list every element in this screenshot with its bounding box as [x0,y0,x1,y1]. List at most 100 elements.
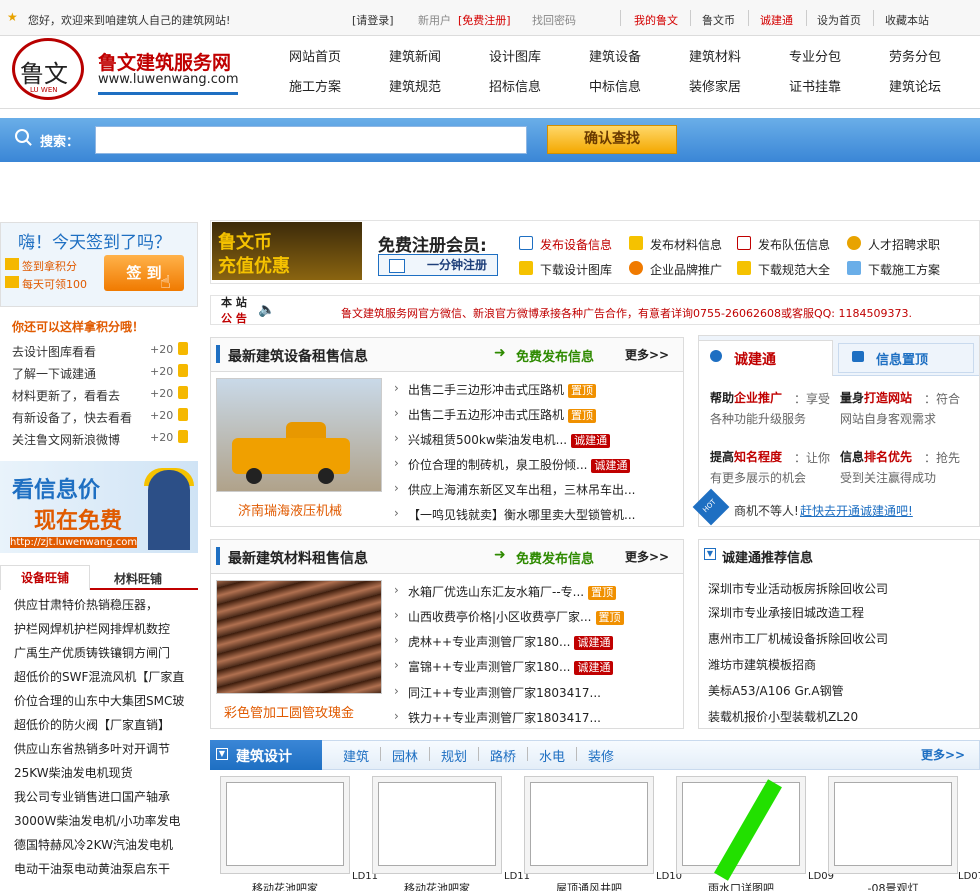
list-item[interactable]: 出售二手五边形冲击式压路机置顶 [394,406,597,423]
list-item[interactable]: 3000W柴油发电机/小功率发电 [14,812,194,829]
publish-team-link[interactable]: 发布队伍信息 [758,236,830,253]
list-item[interactable]: 虎林++专业声测管厂家180...诚建通 [394,633,614,650]
design-tab-link[interactable]: 规划 [441,746,467,765]
list-item[interactable]: 超低价的防火阀【厂家直销】 [14,716,194,733]
nav-item[interactable]: 证书挂靠 [780,76,850,95]
my-luwen-link[interactable]: 我的鲁文 [634,12,678,28]
nav-item[interactable]: 施工方案 [280,76,350,95]
download-design-link[interactable]: 下载设计图库 [540,261,612,278]
pipe-image[interactable] [216,580,382,694]
nav-item[interactable]: 建筑论坛 [880,76,950,95]
search-input[interactable] [95,126,527,154]
search-button[interactable]: 确认查找 [547,125,677,154]
publish-equipment-link[interactable]: 发布设备信息 [540,236,612,253]
design-tab-link[interactable]: 水电 [539,746,565,765]
list-item[interactable]: 供应山东省热销多叶对开调节 [14,740,194,757]
site-title[interactable]: 鲁文建筑服务网 [98,48,231,75]
nav-item[interactable]: 设计图库 [480,46,550,65]
nav-item[interactable]: 劳务分包 [880,46,950,65]
list-item[interactable]: 同江++专业声测管厂家1803417... [394,684,601,701]
publish-material-link[interactable]: 发布材料信息 [650,236,722,253]
list-item[interactable]: 富锦++专业声测管厂家180...诚建通 [394,658,614,675]
list-item[interactable]: 25KW柴油发电机现货 [14,764,194,781]
nav-item[interactable]: 专业分包 [780,46,850,65]
more-link[interactable]: 更多>> [921,746,965,763]
signin-button[interactable]: 签 到 [104,255,184,291]
nav-item[interactable]: 装修家居 [680,76,750,95]
list-item[interactable]: 美标A53/A106 Gr.A钢管 [708,682,844,699]
publish-link[interactable]: 免费发布信息 [516,548,594,567]
design-tab-link[interactable]: 建筑 [343,746,369,765]
login-link[interactable]: [请登录] [352,12,394,28]
nav-item[interactable]: 建筑规范 [380,76,450,95]
list-item[interactable]: 深圳市专业活动板房拆除回收公司 [708,580,888,597]
luwen-coin-link[interactable]: 鲁文币 [702,12,735,28]
list-item[interactable]: 深圳市专业承接旧城改造工程 [708,604,864,621]
notice-text[interactable]: 鲁文建筑服务网官方微信、新浪官方微博承接各种广告合作，有意者详询0755-260… [341,305,912,321]
list-item[interactable]: 供应上海浦东新区叉车出租，三林吊车出... [394,481,635,498]
register-link[interactable]: [免费注册] [458,12,511,28]
list-item[interactable]: 德国特赫风冷2KW汽油发电机 [14,836,194,853]
image-caption[interactable]: 济南瑞海液压机械 [238,500,342,519]
list-item[interactable]: 护栏网焊机护栏网排焊机数控 [14,620,194,637]
list-item[interactable]: 山西收费亭价格|小区收费亭厂家...置顶 [394,608,624,625]
nav-item[interactable]: 建筑设备 [580,46,650,65]
design-caption[interactable]: 屋顶通风井吧 [524,880,654,891]
list-item[interactable]: 我公司专业销售进口国产轴承 [14,788,194,805]
drawing-image [226,782,344,866]
design-tab-link[interactable]: 装修 [588,746,614,765]
list-item[interactable]: 供应甘肃特价热销稳压器， [14,596,194,613]
list-item[interactable]: 【一鸣见钱就卖】衡水哪里卖大型锁管机... [394,506,635,523]
points-item[interactable]: 关注鲁文网新浪微博 +20 [12,430,192,448]
download-plans-link[interactable]: 下载施工方案 [868,261,940,278]
design-caption[interactable]: 移动花池吧家 [220,880,350,891]
chengjiantong-link[interactable]: 诚建通 [760,12,793,28]
nav-item[interactable]: 建筑新闻 [380,46,450,65]
list-item[interactable]: 电动干油泵电动黄油泵启东干 [14,860,194,877]
design-tab-link[interactable]: 园林 [392,746,418,765]
more-link[interactable]: 更多>> [625,346,669,363]
list-item[interactable]: 价位合理的山东中大集团SMC玻 [14,692,194,709]
calendar-icon [737,236,751,250]
list-item[interactable]: 惠州市工厂机械设备拆除回收公司 [708,630,888,647]
design-caption[interactable]: 移动花池吧家 [372,880,502,891]
download-norms-link[interactable]: 下载规范大全 [758,261,830,278]
title-bar [216,547,220,565]
nav-item[interactable]: 网站首页 [280,46,350,65]
arrow-right-icon: ➜ [494,547,506,563]
open-chengjiantong-link[interactable]: 赶快去开通诚建通吧! [800,502,913,519]
list-item[interactable]: 价位合理的制砖机，泉工股份倾...诚建通 [394,456,631,473]
signin-line1: 签到拿积分 [22,260,77,273]
points-item[interactable]: 去设计图库看看 +20 [12,342,192,360]
list-item[interactable]: 超低价的SWF混流风机【厂家直 [14,668,194,685]
brand-promo-link[interactable]: 企业品牌推广 [650,261,722,278]
points-item[interactable]: 有新设备了，快去看看 +20 [12,408,192,426]
list-item[interactable]: 潍坊市建筑模板招商 [708,656,816,673]
find-password-link[interactable]: 找回密码 [532,12,576,28]
tab-material-shop[interactable]: 材料旺铺 [114,570,162,587]
nav-item[interactable]: 招标信息 [480,76,550,95]
more-link[interactable]: 更多>> [625,548,669,565]
list-item[interactable]: 兴城租赁500kw柴油发电机...诚建通 [394,431,611,448]
design-caption[interactable]: -08景观灯 [828,880,958,891]
list-item[interactable]: 水箱厂优选山东汇友水箱厂--专...置顶 [394,583,617,600]
drawing-image [378,782,496,866]
publish-link[interactable]: 免费发布信息 [516,346,594,365]
nav-item[interactable]: 建筑材料 [680,46,750,65]
tab-equipment-shop[interactable]: 设备旺铺 [0,565,90,590]
design-tab-link[interactable]: 路桥 [490,746,516,765]
notice-label: 本 站 [221,296,247,309]
design-caption[interactable]: 雨水口详图吧 [676,880,806,891]
points-item[interactable]: 了解一下诚建通 +20 [12,364,192,382]
list-item[interactable]: 装载机报价小型装载机ZL20 [708,708,858,725]
list-item[interactable]: 出售二手三边形冲击式压路机置顶 [394,381,597,398]
set-homepage-link[interactable]: 设为首页 [817,12,861,28]
image-caption[interactable]: 彩色管加工圆管玫瑰金 [224,702,354,721]
recruit-link[interactable]: 人才招聘求职 [868,236,940,253]
points-item[interactable]: 材料更新了，看看去 +20 [12,386,192,404]
bookmark-link[interactable]: 收藏本站 [885,12,929,28]
nav-item[interactable]: 中标信息 [580,76,650,95]
list-item[interactable]: 广禹生产优质铸铁镶铜方闸门 [14,644,194,661]
quick-register-button[interactable]: 一分钟注册 [378,254,498,276]
list-item[interactable]: 铁力++专业声测管厂家1803417... [394,709,601,726]
